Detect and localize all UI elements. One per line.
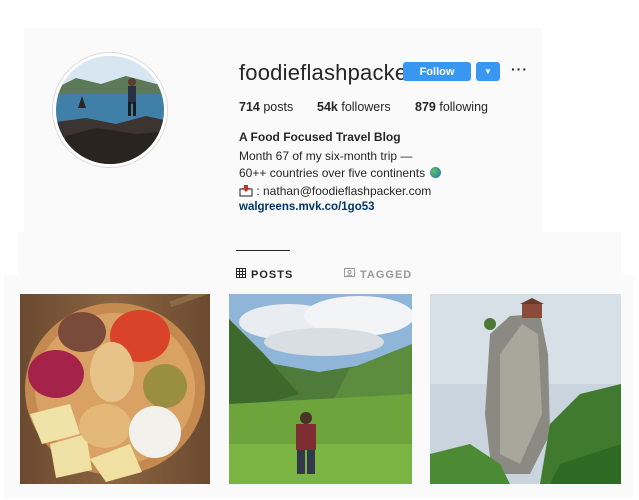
bio-line-2: 60++ countries over five continents: [239, 166, 442, 180]
follow-button[interactable]: Follow: [403, 62, 471, 81]
bio-link[interactable]: walgreens.mvk.co/1go53: [239, 201, 375, 213]
bio-line-2-text: 60++ countries over five continents: [239, 166, 426, 180]
grid-icon: [236, 268, 246, 281]
post-tile[interactable]: [430, 294, 621, 484]
following-stat[interactable]: 879 following: [415, 100, 488, 114]
food-platter-image: [20, 294, 210, 484]
bio-line-1: Month 67 of my six-month trip —: [239, 149, 413, 163]
tagged-icon: [344, 268, 355, 281]
posts-stat: 714 posts: [239, 100, 293, 114]
post-tile[interactable]: [229, 294, 412, 484]
post-tile[interactable]: [20, 294, 210, 484]
caret-down-icon: ▼: [484, 67, 492, 76]
tab-posts[interactable]: POSTS: [236, 268, 293, 281]
bio-line-3: : nathan@foodieflashpacker.com: [239, 184, 431, 200]
bio-email: : nathan@foodieflashpacker.com: [256, 184, 432, 198]
ellipsis-icon[interactable]: ···: [511, 61, 528, 77]
posts-label: posts: [263, 100, 294, 114]
suggested-dropdown-button[interactable]: ▼: [476, 62, 500, 81]
mountain-valley-image: [229, 294, 412, 484]
rock-pillar-image: [430, 294, 621, 484]
tab-tagged[interactable]: TAGGED: [344, 268, 412, 281]
avatar[interactable]: [56, 56, 164, 164]
avatar-image: [56, 56, 164, 164]
username: foodieflashpacker: [239, 60, 415, 85]
followers-stat[interactable]: 54k followers: [317, 100, 391, 114]
tab-tagged-label: TAGGED: [360, 268, 413, 281]
active-tab-indicator: [236, 250, 290, 251]
following-label: following: [439, 100, 488, 114]
tab-posts-label: POSTS: [251, 268, 294, 281]
following-count: 879: [415, 100, 436, 114]
followers-label: followers: [341, 100, 391, 114]
posts-count: 714: [239, 100, 260, 114]
inbox-tray-icon: [239, 185, 253, 200]
bio-name: A Food Focused Travel Blog: [239, 130, 401, 144]
globe-icon: [430, 167, 442, 178]
followers-count: 54k: [317, 100, 338, 114]
